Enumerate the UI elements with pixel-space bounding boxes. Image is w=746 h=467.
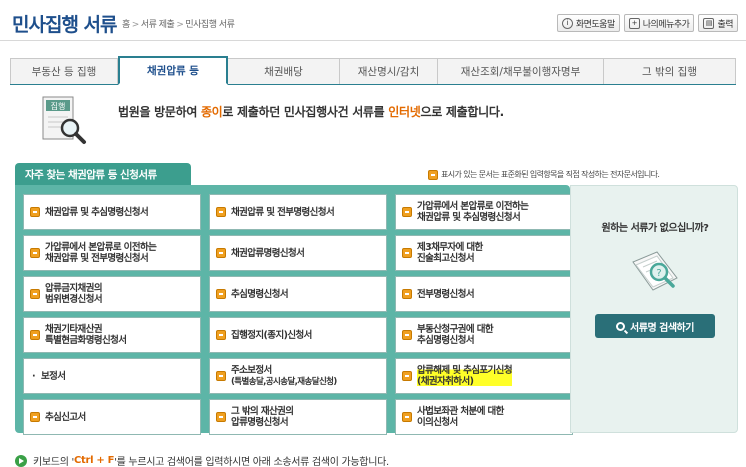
electronic-doc-icon: [216, 412, 226, 422]
electronic-doc-icon: [216, 371, 226, 381]
breadcrumb-home[interactable]: 홈: [122, 20, 130, 30]
category-tabs: 부동산 등 집행 채권압류 등 채권배당 재산명시/감치 재산조회/채무불이행자…: [10, 56, 736, 85]
tab-real-estate[interactable]: 부동산 등 집행: [10, 58, 118, 84]
document-search-button[interactable]: 서류명 검색하기: [595, 314, 715, 338]
document-label: 압류금지채권의 범위변경신청서: [45, 283, 103, 305]
intro-icon-label: 집행: [51, 101, 66, 111]
document-link[interactable]: 부동산청구권에 대한 추심명령신청서: [395, 317, 573, 353]
document-link[interactable]: 집행정지(종지)신청서: [209, 317, 387, 353]
document-link[interactable]: 채권압류 및 추심명령신청서: [23, 194, 201, 230]
electronic-doc-icon: [30, 412, 40, 422]
document-link[interactable]: 사법보좌관 처분에 대한 이의신청서: [395, 399, 573, 435]
document-panel: 채권압류 및 추심명령신청서 채권압류 및 전부명령신청서 가압류에서 본압류로 이…: [15, 185, 573, 435]
document-link[interactable]: 압류금지채권의 범위변경신청서: [23, 276, 201, 312]
electronic-doc-icon: [30, 248, 40, 258]
electronic-doc-icon: [216, 207, 226, 217]
document-label: 보정서: [41, 370, 66, 382]
electronic-doc-icon: [30, 330, 40, 340]
svg-text:?: ?: [656, 268, 661, 279]
header-buttons: i 화면도움말 + 나의메뉴추가 ▤ 출력: [556, 14, 738, 32]
printer-icon: ▤: [703, 17, 715, 29]
print-button[interactable]: ▤ 출력: [698, 14, 738, 32]
add-menu-button[interactable]: + 나의메뉴추가: [623, 14, 695, 32]
document-label: 채권압류 및 추심명령신청서: [45, 206, 149, 218]
electronic-doc-legend: 표시가 있는 문서는 표준화된 입력항목을 직접 작성하는 전자문서입니다.: [428, 169, 660, 180]
tab-claim-seizure[interactable]: 채권압류 등: [118, 56, 228, 85]
document-link[interactable]: 전부명령신청서: [395, 276, 573, 312]
electronic-doc-icon: [402, 371, 412, 381]
electronic-doc-icon: [30, 207, 40, 217]
keyboard-search-hint: 키보드의 ' Ctrl + F '를 누르시고 검색어를 입력하시면 아래 소송서류…: [15, 453, 389, 467]
electronic-doc-icon: [402, 289, 412, 299]
document-label: 채권기타재산권 특별현금화명령신청서: [45, 324, 127, 346]
search-sidebar: 원하는 서류가 없으십니까? ? 서류명 검색하기: [570, 185, 738, 433]
document-link[interactable]: 채권기타재산권 특별현금화명령신청서: [23, 317, 201, 353]
document-link[interactable]: 추심신고서: [23, 399, 201, 435]
electronic-doc-icon: [216, 248, 226, 258]
electronic-doc-icon: [428, 169, 438, 180]
tab-claim-distribution[interactable]: 채권배당: [228, 58, 340, 84]
electronic-doc-icon: [402, 248, 412, 258]
page-header: 민사집행 서류 홈 > 서류 제출 > 민사집행 서류 i 화면도움말 + 나의메뉴추가 ▤…: [0, 0, 746, 44]
document-link[interactable]: 추심명령신청서: [209, 276, 387, 312]
breadcrumb-current: 민사집행 서류: [185, 20, 235, 30]
document-link[interactable]: 가압류에서 본압류로 이전하는 채권압류 및 전부명령신청서: [23, 235, 201, 271]
document-label: 전부명령신청서: [417, 288, 475, 300]
document-label: 가압류에서 본압류로 이전하는 채권압류 및 추심명령신청서: [417, 201, 529, 223]
document-label: 가압류에서 본압류로 이전하는 채권압류 및 전부명령신청서: [45, 242, 157, 264]
breadcrumb-submit[interactable]: 서류 제출: [141, 20, 175, 30]
document-link[interactable]: 주소보정서 (특별송달,공시송달,재송달신청): [209, 358, 387, 394]
document-label: 사법보좌관 처분에 대한 이의신청서: [417, 406, 504, 428]
document-label: 추심명령신청서: [231, 288, 289, 300]
tab-property-disclosure[interactable]: 재산명시/감치: [340, 58, 438, 84]
document-link[interactable]: 채권압류명령신청서: [209, 235, 387, 271]
search-question: 원하는 서류가 없으십니까?: [601, 223, 709, 234]
info-icon: i: [561, 17, 573, 29]
arrow-circle-icon: [15, 454, 27, 467]
tab-property-inquiry[interactable]: 재산조회/채무불이행자명부: [438, 58, 604, 84]
document-label: 부동산청구권에 대한 추심명령신청서: [417, 324, 494, 346]
document-link[interactable]: 제3채무자에 대한 진술최고신청서: [395, 235, 573, 271]
document-sublabel: (특별송달,공시송달,재송달신청): [231, 376, 337, 387]
bullet-icon: ·: [32, 370, 36, 382]
document-label: 채권압류 및 전부명령신청서: [231, 206, 335, 218]
search-icon: [616, 321, 626, 331]
electronic-doc-icon: [216, 289, 226, 299]
document-label: 그 밖의 재산권의 압류명령신청서: [231, 406, 294, 428]
document-magnifier-icon: ?: [632, 251, 678, 291]
electronic-doc-icon: [30, 289, 40, 299]
document-search-icon: 집행: [42, 96, 86, 144]
document-label: 집행정지(종지)신청서: [231, 329, 312, 341]
document-link[interactable]: 채권압류 및 전부명령신청서: [209, 194, 387, 230]
help-button[interactable]: i 화면도움말: [556, 14, 620, 32]
document-link[interactable]: 그 밖의 재산권의 압류명령신청서: [209, 399, 387, 435]
electronic-doc-icon: [402, 207, 412, 217]
document-label: 주소보정서: [231, 364, 272, 376]
document-label: 압류해제 및 추심포기신청 (채권자취하서): [417, 365, 513, 387]
frequent-documents-title: 자주 찾는 채권압류 등 신청서류: [15, 163, 191, 185]
document-label: 채권압류명령신청서: [231, 247, 305, 259]
document-link[interactable]: · 보정서: [23, 358, 201, 394]
page-title: 민사집행 서류: [12, 14, 117, 36]
tab-other-execution[interactable]: 그 밖의 집행: [604, 58, 736, 84]
document-link[interactable]: 압류해제 및 추심포기신청 (채권자취하서): [395, 358, 573, 394]
electronic-doc-icon: [402, 330, 412, 340]
electronic-doc-icon: [402, 412, 412, 422]
bookmark-icon: +: [628, 17, 640, 29]
document-label: 제3채무자에 대한 진술최고신청서: [417, 242, 483, 264]
breadcrumb: 홈 > 서류 제출 > 민사집행 서류: [122, 20, 235, 30]
header-divider: [0, 40, 746, 41]
document-grid: 채권압류 및 추심명령신청서 채권압류 및 전부명령신청서 가압류에서 본압류로 이…: [23, 194, 573, 435]
document-label: 추심신고서: [45, 411, 86, 423]
electronic-doc-icon: [216, 330, 226, 340]
document-link[interactable]: 가압류에서 본압류로 이전하는 채권압류 및 추심명령신청서: [395, 194, 573, 230]
intro-text: 법원을 방문하여 종이로 제출하던 민사집행사건 서류를 인터넷으로 제출합니다…: [118, 105, 504, 119]
